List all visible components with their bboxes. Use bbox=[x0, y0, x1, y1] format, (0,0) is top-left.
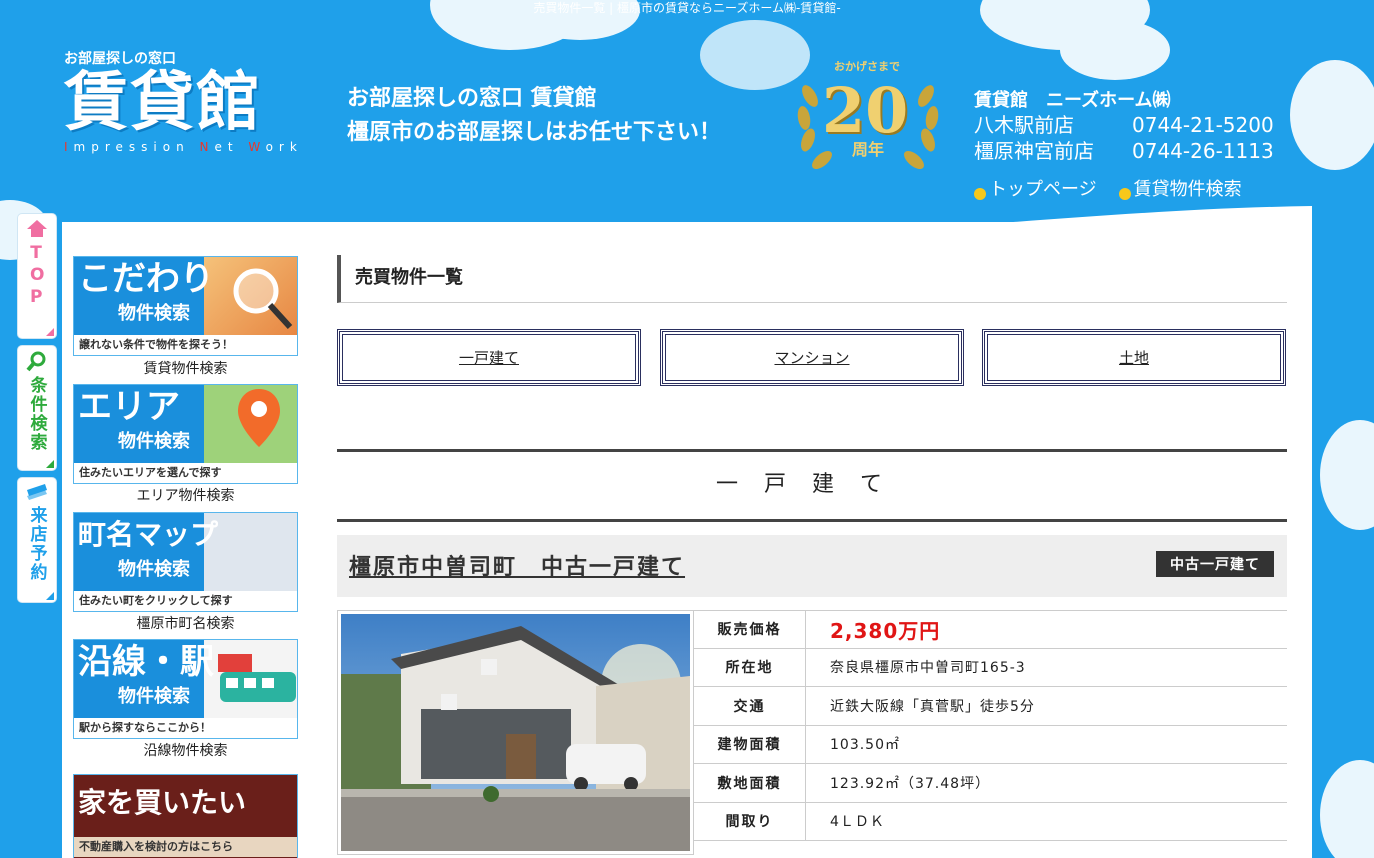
section-heading: 一戸建て bbox=[337, 449, 1287, 522]
property-title[interactable]: 橿原市中曽司町 中古一戸建て bbox=[349, 549, 685, 581]
anniversary-label: 周年 bbox=[852, 140, 885, 159]
spec-row-access: 交通 近鉄大阪線「真菅駅」徒歩5分 bbox=[694, 687, 1287, 726]
sidetab-visit-label: 来店予約 bbox=[26, 506, 47, 582]
store-row: 橿原神宮前店 0744-26-1113 bbox=[974, 138, 1274, 164]
property-photo[interactable] bbox=[337, 610, 694, 855]
logo-text: 賃貸館 bbox=[64, 65, 262, 140]
spec-row-layout: 間取り 4ＬＤＫ bbox=[694, 802, 1287, 841]
sidetab-top-label: TOP bbox=[30, 243, 47, 307]
category-button-mansion[interactable]: マンション bbox=[660, 329, 964, 386]
site-logo[interactable]: お部屋探しの窓口 賃貸館 Impression Net Work bbox=[64, 48, 314, 178]
cloud-decoration bbox=[1320, 760, 1374, 858]
banner-caption[interactable]: エリア物件検索 bbox=[73, 485, 298, 505]
header-nav: トップページ 賃貸物件検索 bbox=[974, 175, 1242, 201]
company-name: 賃貸館 ニーズホーム㈱ bbox=[974, 90, 1171, 111]
train-icon bbox=[218, 654, 296, 702]
banner-caption[interactable]: 賃貸物件検索 bbox=[73, 358, 298, 378]
store-phone[interactable]: 0744-26-1113 bbox=[1132, 138, 1274, 164]
window-title: 売買物件一覧 | 橿原市の賃貸ならニーズホーム㈱-賃貸館- bbox=[533, 1, 841, 15]
house-photo bbox=[341, 614, 690, 851]
header-catchphrase: お部屋探しの窓口 賃貸館 橿原市のお部屋探しはお任せ下さい！ bbox=[347, 86, 722, 145]
store-phone[interactable]: 0744-21-5200 bbox=[1132, 112, 1274, 138]
cloud-decoration bbox=[1060, 20, 1170, 80]
sidetab-top[interactable]: TOP bbox=[18, 214, 56, 338]
nav-link-search[interactable]: 賃貸物件検索 bbox=[1118, 175, 1242, 201]
property-header: 橿原市中曽司町 中古一戸建て 中古一戸建て bbox=[337, 535, 1287, 597]
nav-link-top[interactable]: トップページ bbox=[974, 175, 1097, 201]
cloud-decoration bbox=[1320, 420, 1374, 530]
home-icon bbox=[27, 220, 47, 237]
logo-subtext: Impression Net Work bbox=[64, 140, 303, 154]
banner-caption[interactable]: 橿原市町名検索 bbox=[73, 613, 298, 633]
spec-row-address: 所在地 奈良県橿原市中曽司町165-3 bbox=[694, 648, 1287, 687]
bullet-icon bbox=[1118, 188, 1131, 200]
store-row: 八木駅前店 0744-21-5200 bbox=[974, 112, 1274, 138]
category-button-house[interactable]: 一戸建て bbox=[337, 329, 641, 386]
category-button-land[interactable]: 土地 bbox=[982, 329, 1286, 386]
cloud-decoration bbox=[1290, 60, 1374, 170]
ticket-icon bbox=[27, 484, 47, 500]
spec-row-price: 販売価格 2,380万円 bbox=[694, 610, 1287, 649]
banner-townmap-search[interactable]: 町名マップ 物件検索 住みたい町をクリックして探す bbox=[73, 512, 298, 612]
banner-kodawari-search[interactable]: こだわり 物件検索 譲れない条件で物件を探そう！ bbox=[73, 256, 298, 356]
banner-buy-house[interactable]: 家を買いたい 不動産購入を検討の方はこちら bbox=[73, 774, 298, 858]
magnifier-icon bbox=[233, 268, 293, 330]
sidetab-condition-label: 条件検索 bbox=[26, 376, 47, 452]
banner-line-station-search[interactable]: 沿線・駅 物件検索 駅から探すならここから！ bbox=[73, 639, 298, 739]
property-price: 2,380万円 bbox=[830, 618, 941, 643]
magnifier-icon bbox=[26, 351, 46, 372]
banner-area-search[interactable]: エリア 物件検索 住みたいエリアを選んで探す bbox=[73, 384, 298, 484]
spec-row-building-area: 建物面積 103.50㎡ bbox=[694, 725, 1287, 764]
bullet-icon bbox=[974, 188, 986, 200]
map-pin-icon bbox=[238, 389, 280, 447]
property-type-badge: 中古一戸建て bbox=[1156, 551, 1274, 577]
anniversary-emblem: おかげさまで 20 周年 bbox=[792, 56, 944, 176]
company-info: 賃貸館 ニーズホーム㈱ 八木駅前店 0744-21-5200 橿原神宮前店 07… bbox=[974, 86, 1274, 164]
page-title: 売買物件一覧 bbox=[337, 255, 1287, 303]
anniversary-top-text: おかげさまで bbox=[834, 60, 900, 73]
property-spec-table: 販売価格 2,380万円 所在地 奈良県橿原市中曽司町165-3 交通 近鉄大阪… bbox=[694, 610, 1287, 841]
banner-caption[interactable]: 沿線物件検索 bbox=[73, 740, 298, 760]
spec-row-land-area: 敷地面積 123.92㎡（37.48坪） bbox=[694, 764, 1287, 803]
sidetab-visit-reservation[interactable]: 来店予約 bbox=[18, 478, 56, 602]
sidetab-condition-search[interactable]: 条件検索 bbox=[18, 346, 56, 470]
